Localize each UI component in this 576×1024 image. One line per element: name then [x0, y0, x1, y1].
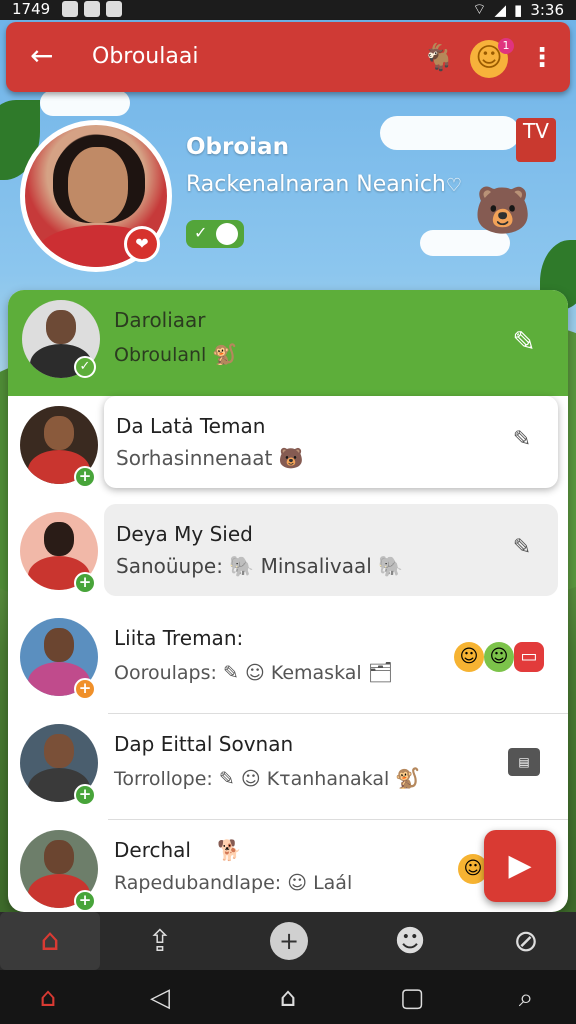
edit-icon[interactable]: ✎ — [506, 424, 538, 456]
smiley-icon: ☺ — [244, 662, 265, 684]
app-bar-title: Obroulaai — [92, 44, 199, 69]
smiley-icon: ☺ — [484, 642, 514, 672]
contact-name: Derchal 🐕 — [114, 838, 243, 862]
monkey-icon: 🐒 — [212, 342, 238, 366]
reaction-cluster[interactable]: ☺ ☺ ▭ — [454, 634, 554, 674]
card-icon: 🗂 — [367, 660, 394, 684]
app-notification-icon-2 — [106, 1, 122, 17]
add-icon[interactable]: + — [270, 922, 308, 960]
profile-name: Obroian — [186, 134, 289, 160]
status-bar: 1749 ⌔ ◢ ▮ 3:36 — [0, 0, 576, 20]
signal-icon: ◢ — [494, 0, 507, 19]
contact-status: Obroulanl 🐒 — [114, 342, 238, 366]
avatar-badge-icon[interactable]: ❤ — [124, 226, 160, 262]
contact-name: Liita Treman: — [114, 626, 244, 650]
status-clock: 3:36 — [530, 0, 564, 19]
contact-status: Rapedubandlape: ☺ Laál — [114, 872, 353, 894]
smiley-icon: ☺ — [240, 768, 261, 790]
contact-name: Daroliaar — [114, 308, 206, 332]
clapper-icon[interactable]: ▤ — [508, 748, 540, 776]
system-navigation: ⌂ ◁ ⌂ ▢ ⌕ — [0, 970, 576, 1024]
contact-list: ✓ Daroliaar Obroulanl 🐒 ✎ + Da Latȧ Tema… — [8, 290, 568, 912]
tv-icon[interactable]: TV — [516, 118, 556, 162]
top-app-bar: ← Obroulaai 🐐 ☺ 1 ⋮ — [6, 22, 570, 92]
gallery-notification-icon — [62, 1, 78, 17]
home-outline-icon[interactable]: ⌂ — [268, 978, 308, 1018]
contact-row[interactable]: + Dap Eittal Sovnan Torrollope: ✎ ☺ Kτan… — [8, 714, 568, 820]
bear-sticker-icon: 🐻 — [474, 183, 532, 237]
battery-icon: ▮ — [514, 0, 523, 19]
add-icon[interactable]: + — [74, 466, 96, 488]
contact-status: Sanoüupe: 🐘 Minsalivaal 🐘 — [116, 554, 404, 578]
share-icon[interactable]: ⇪ — [138, 920, 182, 964]
back-icon[interactable]: ◁ — [140, 978, 180, 1018]
contact-row[interactable]: + Deya My Sied Sanoüupe: 🐘 Minsalivaal 🐘… — [8, 502, 568, 608]
check-icon: ✓ — [194, 223, 208, 242]
app-notification-icon — [84, 1, 100, 17]
contact-status: Torrollope: ✎ ☺ Kτanhanakal 🐒 — [114, 766, 421, 790]
contact-row[interactable]: + Liita Treman: Ooroulaps: ✎ ☺ Kemaskal … — [8, 608, 568, 714]
contact-status: Ooroulaps: ✎ ☺ Kemaskal 🗂 — [114, 660, 394, 684]
play-icon: ▶ — [508, 848, 532, 883]
smiley-icon: ☺ — [454, 642, 484, 672]
compass-icon[interactable]: ⊘ — [504, 920, 548, 964]
back-arrow-icon[interactable]: ← — [30, 42, 62, 74]
pencil-icon: ✎ — [218, 768, 235, 790]
dog-icon[interactable]: 🐐 — [420, 40, 458, 78]
chat-icon: ▭ — [514, 642, 544, 672]
profile-icon[interactable]: ☻ — [388, 920, 432, 964]
search-icon[interactable]: ⌕ — [506, 978, 546, 1018]
heart-icon: ♡ — [445, 175, 463, 196]
home-icon[interactable]: ⌂ — [0, 912, 100, 970]
add-icon[interactable]: + — [74, 678, 96, 700]
add-icon[interactable]: + — [74, 784, 96, 806]
contact-name: Da Latȧ Teman — [116, 414, 266, 438]
toggle-knob — [216, 223, 238, 245]
elephant-icon: 🐘 — [378, 554, 404, 578]
contact-name: Dap Eittal Sovnan — [114, 732, 294, 756]
edit-icon[interactable]: ✎ — [506, 532, 538, 564]
add-icon[interactable]: + — [74, 572, 96, 594]
contact-popover[interactable]: Deya My Sied Sanoüupe: 🐘 Minsalivaal 🐘 ✎ — [104, 504, 558, 596]
profile-toggle[interactable]: ✓ — [186, 220, 244, 248]
smiley-icon: ☺ — [287, 872, 308, 894]
pencil-icon: ✎ — [222, 662, 239, 684]
elephant-icon: 🐘 — [229, 554, 255, 578]
contact-row[interactable]: + Da Latȧ Teman Sorhasinnenaat 🐻 ✎ — [8, 396, 568, 502]
recents-icon[interactable]: ▢ — [392, 978, 432, 1018]
profile-subtitle: Rackenalnaran Neanich♡ — [186, 172, 463, 197]
monkey-icon: 🐒 — [395, 766, 421, 790]
verified-check-icon: ✓ — [74, 356, 96, 378]
status-time: 1749 — [12, 0, 51, 18]
wifi-icon: ⌔ — [472, 0, 487, 18]
bear-icon: 🐻 — [278, 446, 304, 470]
home-icon[interactable]: ⌂ — [28, 978, 68, 1018]
contact-popover[interactable]: Da Latȧ Teman Sorhasinnenaat 🐻 ✎ — [104, 396, 558, 488]
contact-row[interactable]: ✓ Daroliaar Obroulanl 🐒 ✎ — [8, 290, 568, 396]
bottom-navigation: ⌂ ⇪ + ☻ ⊘ — [0, 912, 576, 970]
notification-badge: 1 — [498, 38, 514, 54]
more-vert-icon[interactable]: ⋮ — [528, 40, 556, 76]
play-button[interactable]: ▶ — [484, 830, 556, 902]
dog-icon: 🐕 — [217, 838, 243, 862]
edit-icon[interactable]: ✎ — [508, 326, 540, 358]
add-icon[interactable]: + — [74, 890, 96, 912]
contact-status: Sorhasinnenaat 🐻 — [116, 446, 304, 470]
contact-name: Deya My Sied — [116, 522, 253, 546]
